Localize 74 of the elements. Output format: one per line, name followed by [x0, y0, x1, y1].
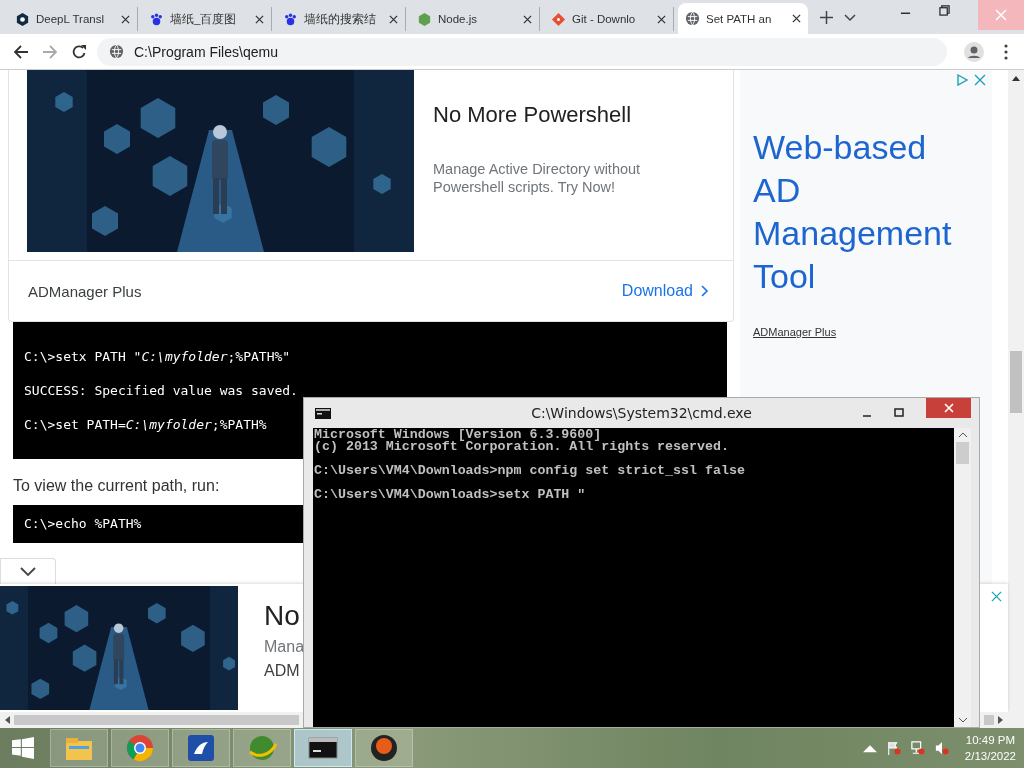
advertiser-name[interactable]: ADManager Plus — [753, 326, 837, 338]
globe-icon — [685, 11, 700, 26]
windows-logo-icon[interactable] — [12, 737, 34, 759]
code-line: C:\>echo %PATH% — [24, 516, 143, 532]
clock-date[interactable]: 2/13/2022 — [964, 748, 1016, 764]
horizontal-scrollbar[interactable] — [0, 712, 303, 728]
paw-icon — [149, 11, 164, 27]
scroll-left-icon[interactable] — [4, 716, 10, 724]
new-tab-icon[interactable] — [820, 11, 833, 24]
clock-time[interactable]: 10:49 PM — [965, 732, 1016, 748]
scroll-up-icon[interactable] — [1012, 75, 1020, 81]
profile-icon[interactable] — [964, 41, 984, 62]
console-line: (c) 2013 Microsoft Corporation. All rights reserved. — [314, 441, 730, 453]
globe-icon — [109, 44, 124, 59]
scroll-thumb[interactable] — [956, 442, 969, 464]
close-icon[interactable] — [389, 14, 398, 24]
paragraph: To view the current path, run: — [13, 477, 220, 495]
diamond-icon — [551, 11, 566, 27]
ad-title[interactable]: No More Powershell — [433, 102, 683, 128]
ad-headline[interactable]: Web-based AD Management Tool — [753, 126, 968, 298]
media-player-icon — [368, 732, 400, 764]
scroll-down-icon[interactable] — [958, 717, 967, 723]
code-line: SUCCESS: Specified value was saved. — [24, 383, 299, 399]
browser-tab[interactable]: Node.js — [410, 7, 540, 31]
vertical-scrollbar[interactable] — [1008, 70, 1024, 728]
reload-icon[interactable] — [71, 43, 87, 60]
browser-tab[interactable]: Git - Downlo — [544, 7, 674, 31]
browser-tab[interactable]: 墙纸的搜索结 — [276, 7, 406, 31]
close-icon[interactable] — [792, 14, 801, 23]
address-field[interactable]: C:\Program Files\qemu — [97, 37, 947, 66]
close-icon[interactable] — [657, 14, 666, 24]
chevron-down-icon — [20, 566, 36, 577]
collapse-tab[interactable] — [0, 558, 56, 584]
taskbar-button[interactable] — [294, 729, 352, 767]
hexagon-icon — [417, 11, 432, 27]
console-icon — [315, 407, 331, 419]
network-icon[interactable] — [910, 741, 925, 755]
scroll-right-icon[interactable] — [998, 716, 1004, 724]
horizontal-scrollbar[interactable] — [980, 712, 1008, 728]
flag-icon[interactable] — [886, 741, 901, 755]
back-icon[interactable] — [13, 43, 29, 60]
close-button[interactable] — [926, 398, 971, 418]
close-icon[interactable] — [121, 14, 130, 24]
code-line: C:\>setx PATH "C:\myfolder;%PATH%" — [24, 349, 292, 365]
play-icon[interactable] — [956, 74, 968, 86]
menu-icon[interactable] — [1004, 43, 1008, 60]
close-icon[interactable] — [523, 14, 532, 24]
browser-tab[interactable]: Set PATH an — [678, 3, 808, 34]
advertiser-name: ADM — [264, 662, 301, 680]
chevron-right-icon — [701, 285, 709, 297]
window-title: C:\Windows\System32\cmd.exe — [530, 405, 753, 421]
code-line: C:\>set PATH=C:\myfolder;%PATH% — [24, 417, 268, 433]
browser-tab[interactable]: DeepL Transl — [8, 7, 138, 31]
scroll-thumb[interactable] — [1010, 351, 1022, 413]
ad-description: Manage Active Directory without Powershell scripts. Try Now! — [433, 160, 642, 196]
scroll-up-icon[interactable] — [958, 432, 967, 438]
console-line: C:\Users\VM4\Downloads>npm config set strict_ssl false — [314, 465, 746, 477]
browser-tab[interactable]: 墙纸_百度图 — [142, 7, 272, 31]
ad-title[interactable]: No — [264, 600, 305, 632]
close-icon — [995, 9, 1007, 21]
download-link[interactable]: Download — [621, 282, 709, 300]
vertical-scrollbar[interactable] — [954, 428, 971, 727]
restore-icon[interactable] — [939, 5, 950, 16]
advertiser-name: ADManager Plus — [28, 282, 142, 300]
console-line: C:\Users\VM4\Downloads>setx PATH " — [314, 489, 587, 501]
ad-description: Mana — [264, 638, 305, 656]
chrome-icon — [124, 732, 156, 764]
paw-icon — [283, 11, 298, 27]
chevron-down-icon[interactable] — [844, 14, 856, 22]
close-icon[interactable] — [255, 14, 264, 24]
maximize-icon[interactable] — [894, 408, 904, 418]
console-line: Microsoft Windows [Version 6.3.9600] — [314, 429, 602, 441]
volume-icon[interactable] — [934, 741, 949, 755]
close-icon — [943, 403, 954, 413]
